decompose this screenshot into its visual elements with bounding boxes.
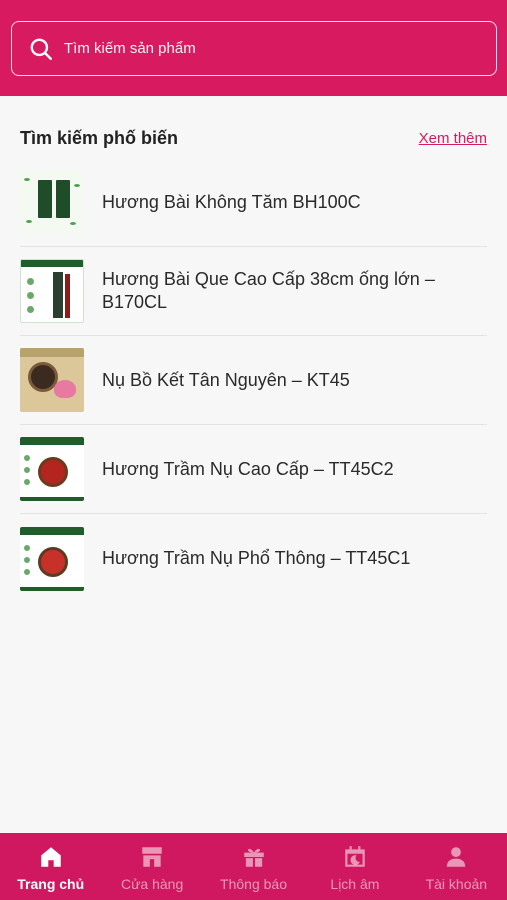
item-label: Hương Bài Không Tăm BH100C: [102, 191, 361, 212]
popular-search-header: Tìm kiếm phố biến Xem thêm: [20, 124, 487, 152]
product-thumbnail: [20, 259, 84, 323]
nav-item-lunar-calendar[interactable]: Lịch âm: [304, 833, 405, 900]
app-header: Tìm kiếm sản phẩm: [0, 0, 507, 96]
home-icon: [40, 847, 61, 867]
product-thumbnail: [20, 526, 84, 591]
item-label: Nụ Bồ Kết Tân Nguyên – KT45: [102, 369, 350, 390]
main-content: Tìm kiếm phố biến Xem thêm Hương Bài Khô…: [0, 96, 507, 833]
list-item[interactable]: Hương Trầm Nụ Cao Cấp – TT45C2: [20, 425, 487, 514]
calendar-moon-icon: [345, 846, 365, 867]
nav-item-notifications[interactable]: Thông báo: [203, 833, 304, 900]
product-thumbnail: [20, 437, 84, 501]
list-item[interactable]: Hương Bài Không Tăm BH100C: [20, 158, 487, 247]
list-item[interactable]: Nụ Bồ Kết Tân Nguyên – KT45: [20, 336, 487, 425]
product-thumbnail: [20, 170, 84, 234]
search-icon: [30, 38, 52, 60]
nav-item-store[interactable]: Cửa hàng: [101, 833, 202, 900]
section-title: Tìm kiếm phố biến: [20, 128, 179, 148]
nav-label: Thông báo: [220, 876, 287, 892]
gift-icon: [243, 848, 264, 867]
nav-label: Cửa hàng: [120, 876, 184, 892]
nav-item-account[interactable]: Tài khoản: [406, 833, 507, 900]
list-item[interactable]: Hương Trầm Nụ Phổ Thông – TT45C1: [20, 514, 487, 603]
search-bar[interactable]: Tìm kiếm sản phẩm: [11, 21, 497, 76]
bottom-navigation: Trang chủ Cửa hàng Thông báo Lịch âm Tài…: [0, 833, 507, 900]
list-item[interactable]: Hương Bài Que Cao Cấp 38cm ống lớn – B17…: [20, 247, 487, 336]
store-icon: [142, 847, 162, 867]
product-thumbnail: [20, 348, 84, 412]
popular-search-list: Hương Bài Không Tăm BH100C Hương Bài Que…: [20, 158, 487, 603]
user-icon: [447, 847, 466, 867]
nav-label: Tài khoản: [425, 876, 488, 892]
search-placeholder: Tìm kiếm sản phẩm: [64, 40, 196, 57]
nav-label: Lịch âm: [330, 876, 380, 892]
item-label: Hương Trầm Nụ Phổ Thông – TT45C1: [102, 548, 411, 568]
item-label: Hương Bài Que Cao Cấp 38cm ống lớn – B17…: [102, 269, 435, 312]
see-more-link[interactable]: Xem thêm: [419, 130, 487, 147]
item-label: Hương Trầm Nụ Cao Cấp – TT45C2: [102, 458, 394, 479]
nav-label: Trang chủ: [17, 876, 85, 892]
nav-item-home[interactable]: Trang chủ: [0, 833, 101, 900]
